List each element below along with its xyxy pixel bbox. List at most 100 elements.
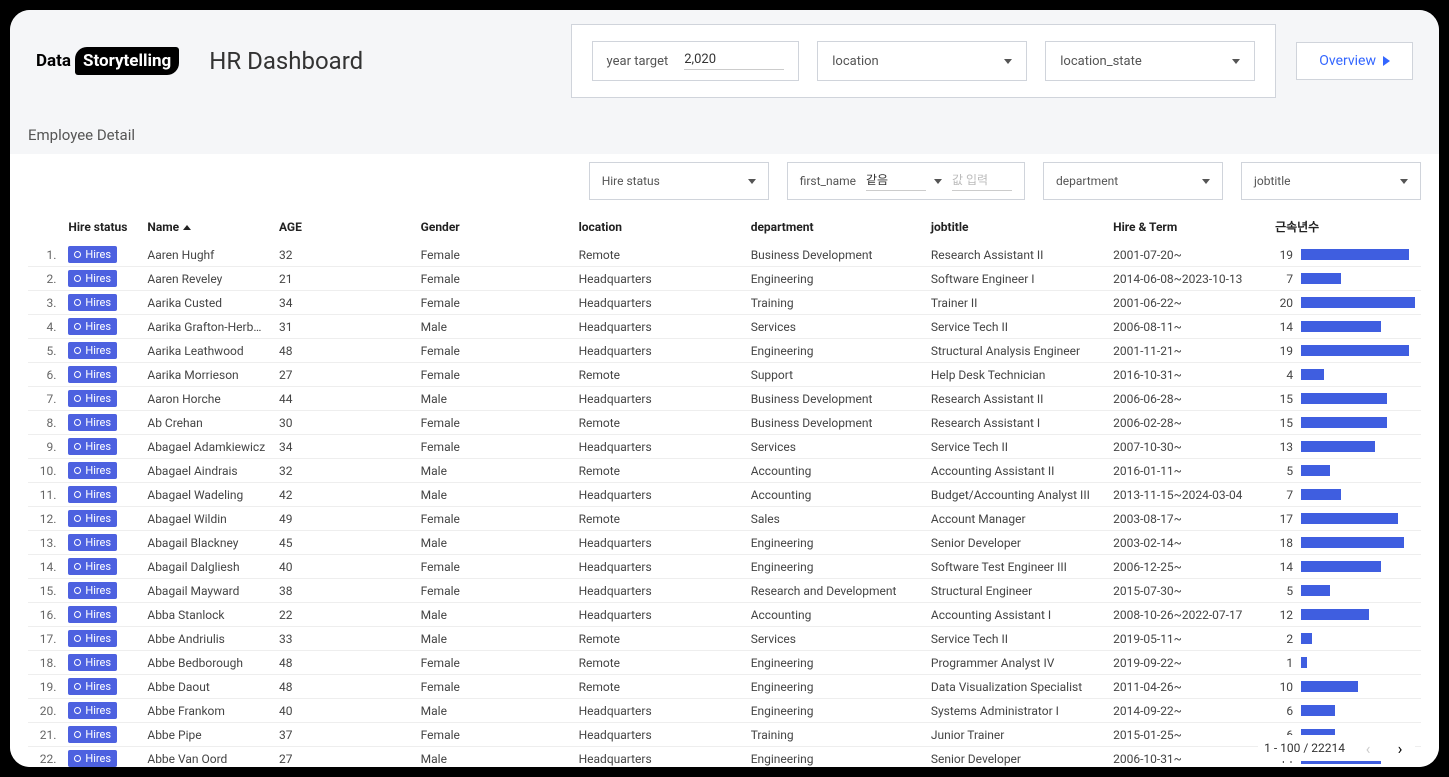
location-state-dropdown[interactable]: location_state xyxy=(1045,41,1255,81)
table-row[interactable]: 14.HiresAbagail Dalgliesh40FemaleHeadqua… xyxy=(28,555,1421,579)
overview-button[interactable]: Overview xyxy=(1296,42,1413,80)
cell-name: Aaren Hughf xyxy=(141,243,273,267)
year-target-value[interactable]: 2,020 xyxy=(684,52,784,70)
circle-icon xyxy=(74,515,81,522)
cell-tenure: 7 xyxy=(1269,267,1421,291)
cell-jobtitle: Senior Developer xyxy=(925,747,1107,768)
location-dropdown[interactable]: location xyxy=(817,41,1027,81)
filter-department[interactable]: department xyxy=(1043,162,1223,200)
row-index: 19. xyxy=(28,675,62,699)
cell-age: 31 xyxy=(273,315,415,339)
cell-name: Abbe Pipe xyxy=(141,723,273,747)
cell-location: Headquarters xyxy=(573,579,745,603)
cell-tenure: 1 xyxy=(1269,651,1421,675)
table-row[interactable]: 20.HiresAbbe Frankom40MaleHeadquartersEn… xyxy=(28,699,1421,723)
table-row[interactable]: 2.HiresAaren Reveley21FemaleHeadquarters… xyxy=(28,267,1421,291)
table-row[interactable]: 22.HiresAbbe Van Oord27MaleHeadquartersE… xyxy=(28,747,1421,768)
cell-location: Headquarters xyxy=(573,483,745,507)
hire-badge: Hires xyxy=(68,702,117,719)
cell-jobtitle: Programmer Analyst IV xyxy=(925,651,1107,675)
table-row[interactable]: 15.HiresAbagail Mayward38FemaleHeadquart… xyxy=(28,579,1421,603)
table-row[interactable]: 12.HiresAbagael Wildin49FemaleRemoteSale… xyxy=(28,507,1421,531)
cell-department: Business Development xyxy=(745,411,925,435)
table-row[interactable]: 18.HiresAbbe Bedborough48FemaleRemoteEng… xyxy=(28,651,1421,675)
cell-jobtitle: Accounting Assistant I xyxy=(925,603,1107,627)
col-tenure[interactable]: 근속년수 xyxy=(1269,212,1421,243)
cell-tenure: 18 xyxy=(1269,531,1421,555)
circle-icon xyxy=(74,395,81,402)
cell-tenure: 5 xyxy=(1269,459,1421,483)
filter-first-name[interactable]: first_name 같음 값 입력 xyxy=(787,162,1025,200)
cell-tenure: 19 xyxy=(1269,339,1421,363)
cell-hire-term: 2006-06-28~ xyxy=(1107,387,1269,411)
table-row[interactable]: 5.HiresAarika Leathwood48FemaleHeadquart… xyxy=(28,339,1421,363)
hire-badge: Hires xyxy=(68,414,117,431)
table-row[interactable]: 8.HiresAb Crehan30FemaleRemoteBusiness D… xyxy=(28,411,1421,435)
filter-first-name-input[interactable]: 값 입력 xyxy=(952,171,1012,191)
circle-icon xyxy=(74,563,81,570)
cell-age: 38 xyxy=(273,579,415,603)
cell-location: Headquarters xyxy=(573,747,745,768)
col-hire-status[interactable]: Hire status xyxy=(62,212,141,243)
table-row[interactable]: 17.HiresAbbe Andriulis33MaleRemoteServic… xyxy=(28,627,1421,651)
cell-department: Support xyxy=(745,363,925,387)
filter-first-name-op[interactable]: 같음 xyxy=(866,171,926,191)
col-jobtitle[interactable]: jobtitle xyxy=(925,212,1107,243)
filter-jobtitle-label: jobtitle xyxy=(1254,174,1291,188)
cell-jobtitle: Accounting Assistant II xyxy=(925,459,1107,483)
table-row[interactable]: 21.HiresAbbe Pipe37FemaleHeadquartersTra… xyxy=(28,723,1421,747)
col-age[interactable]: AGE xyxy=(273,212,415,243)
cell-location: Remote xyxy=(573,507,745,531)
table-row[interactable]: 16.HiresAbba Stanlock22MaleHeadquartersA… xyxy=(28,603,1421,627)
row-index: 1. xyxy=(28,243,62,267)
col-name[interactable]: Name xyxy=(141,212,273,243)
year-target-control[interactable]: year target 2,020 xyxy=(592,41,800,81)
location-state-label: location_state xyxy=(1060,54,1142,69)
cell-name: Abbe Bedborough xyxy=(141,651,273,675)
cell-gender: Male xyxy=(415,603,573,627)
sort-asc-icon xyxy=(183,225,191,230)
cell-gender: Female xyxy=(415,267,573,291)
table-row[interactable]: 9.HiresAbagael Adamkiewicz34FemaleHeadqu… xyxy=(28,435,1421,459)
cell-hire-term: 2003-02-14~ xyxy=(1107,531,1269,555)
cell-name: Abagail Dalgliesh xyxy=(141,555,273,579)
cell-gender: Female xyxy=(415,579,573,603)
hire-badge: Hires xyxy=(68,438,117,455)
row-index: 12. xyxy=(28,507,62,531)
table-row[interactable]: 19.HiresAbbe Daout48FemaleRemoteEngineer… xyxy=(28,675,1421,699)
col-hire-term[interactable]: Hire & Term xyxy=(1107,212,1269,243)
cell-name: Abbe Andriulis xyxy=(141,627,273,651)
play-icon xyxy=(1383,56,1390,66)
cell-name: Aarika Grafton-Herbert xyxy=(141,315,273,339)
table-row[interactable]: 6.HiresAarika Morrieson27FemaleRemoteSup… xyxy=(28,363,1421,387)
table-row[interactable]: 10.HiresAbagael Aindrais32MaleRemoteAcco… xyxy=(28,459,1421,483)
row-index: 16. xyxy=(28,603,62,627)
cell-name: Abagail Blackney xyxy=(141,531,273,555)
cell-hire-term: 2001-11-21~ xyxy=(1107,339,1269,363)
cell-gender: Male xyxy=(415,747,573,768)
table-row[interactable]: 4.HiresAarika Grafton-Herbert31MaleHeadq… xyxy=(28,315,1421,339)
filter-hire-status[interactable]: Hire status xyxy=(589,162,769,200)
prev-page-button[interactable]: ‹ xyxy=(1359,739,1377,757)
circle-icon xyxy=(74,731,81,738)
cell-hire-term: 2006-12-25~ xyxy=(1107,555,1269,579)
table-row[interactable]: 3.HiresAarika Custed34FemaleHeadquarters… xyxy=(28,291,1421,315)
filter-jobtitle[interactable]: jobtitle xyxy=(1241,162,1421,200)
col-location[interactable]: location xyxy=(573,212,745,243)
cell-department: Accounting xyxy=(745,603,925,627)
col-department[interactable]: department xyxy=(745,212,925,243)
cell-hire-term: 2013-11-15~2024-03-04 xyxy=(1107,483,1269,507)
table-row[interactable]: 7.HiresAaron Horche44MaleHeadquartersBus… xyxy=(28,387,1421,411)
cell-hire-status: Hires xyxy=(62,363,141,387)
hire-badge: Hires xyxy=(68,246,117,263)
col-gender[interactable]: Gender xyxy=(415,212,573,243)
cell-name: Abbe Van Oord xyxy=(141,747,273,768)
cell-tenure: 13 xyxy=(1269,435,1421,459)
cell-department: Services xyxy=(745,315,925,339)
table-row[interactable]: 13.HiresAbagail Blackney45MaleHeadquarte… xyxy=(28,531,1421,555)
cell-age: 27 xyxy=(273,363,415,387)
table-row[interactable]: 11.HiresAbagael Wadeling42MaleHeadquarte… xyxy=(28,483,1421,507)
cell-location: Headquarters xyxy=(573,291,745,315)
next-page-button[interactable]: › xyxy=(1391,739,1409,757)
table-row[interactable]: 1.HiresAaren Hughf32FemaleRemoteBusiness… xyxy=(28,243,1421,267)
